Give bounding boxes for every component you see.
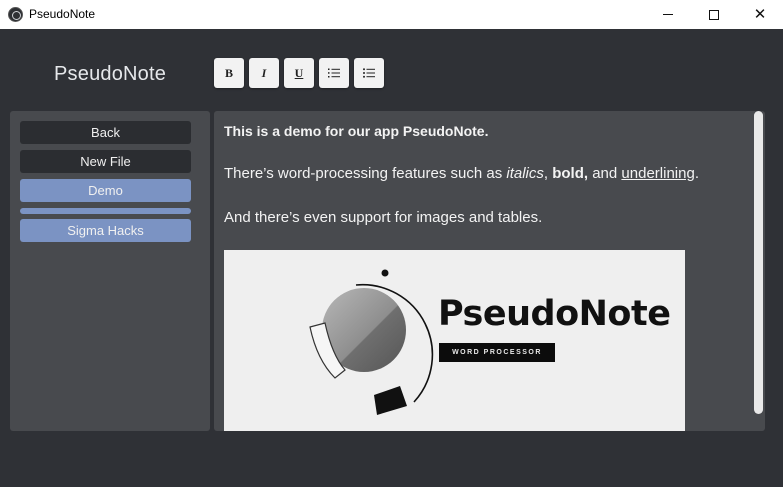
back-button[interactable]: Back <box>20 121 191 144</box>
editor-scrollbar[interactable] <box>754 111 763 414</box>
text-italic: italics <box>506 165 544 182</box>
embedded-logo-image: PseudoNote WORD PROCESSOR <box>224 250 685 431</box>
bullet-list-icon <box>363 68 375 78</box>
close-button[interactable]: ✕ <box>737 0 783 29</box>
bold-button[interactable]: B <box>214 58 244 88</box>
window-title: PseudoNote <box>29 7 96 21</box>
app-area: PseudoNote B I U Back New File Demo Sigm… <box>0 29 783 487</box>
paragraph-features: There’s word-processing features such as… <box>224 165 699 182</box>
file-sidebar: Back New File Demo Sigma Hacks <box>10 111 210 431</box>
text-plain: , <box>543 165 553 182</box>
window-titlebar: PseudoNote ✕ <box>0 0 783 29</box>
minimize-button[interactable] <box>645 0 691 29</box>
new-file-button[interactable]: New File <box>20 150 191 173</box>
text-underline: underlining <box>621 165 695 182</box>
sidebar-item-sigma-hacks[interactable]: Sigma Hacks <box>20 219 191 242</box>
underline-button[interactable]: U <box>284 58 314 88</box>
text-plain: and <box>588 165 622 182</box>
app-logo-icon <box>8 7 23 22</box>
maximize-button[interactable] <box>691 0 737 29</box>
close-icon: ✕ <box>753 5 767 23</box>
sidebar-item-demo[interactable]: Demo <box>20 179 191 202</box>
logo-subtitle: WORD PROCESSOR <box>439 343 555 362</box>
text-bold: bold, <box>552 165 589 182</box>
text-plain: . <box>694 165 699 182</box>
ordered-list-button[interactable] <box>319 58 349 88</box>
bullet-list-button[interactable] <box>354 58 384 88</box>
brand-title: PseudoNote <box>54 63 167 85</box>
logo-wordmark: PseudoNote <box>438 294 671 334</box>
document-editor[interactable]: This is a demo for our app PseudoNote. T… <box>214 111 765 431</box>
text-plain: There’s word-processing features such as <box>224 165 507 182</box>
italic-button[interactable]: I <box>249 58 279 88</box>
format-toolbar: B I U <box>214 58 384 88</box>
paragraph-intro: This is a demo for our app PseudoNote. <box>224 123 489 139</box>
ordered-list-icon <box>328 68 340 78</box>
paragraph-images-tables: And there’s even support for images and … <box>224 209 543 226</box>
sidebar-item-empty[interactable] <box>20 208 191 214</box>
logo-globe-icon <box>309 269 434 415</box>
